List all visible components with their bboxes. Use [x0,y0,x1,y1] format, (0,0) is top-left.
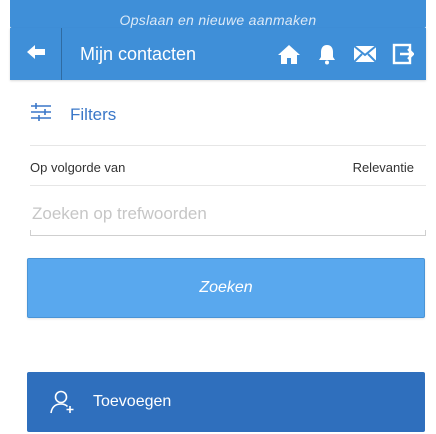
top-notice-text: Opslaan en nieuwe aanmaken [119,12,317,28]
app-bar: Mijn contacten [10,28,426,80]
search-field [30,188,426,236]
sort-order-row[interactable]: Op volgorde van Relevantie [30,160,414,175]
top-notice-bar[interactable]: Opslaan en nieuwe aanmaken [10,0,426,28]
mail-icon[interactable] [352,41,378,67]
page-title: Mijn contacten [80,43,197,64]
divider [30,185,426,186]
arrow-left-icon [26,44,46,65]
bell-icon[interactable] [314,41,340,67]
sort-label: Op volgorde van [30,160,126,175]
user-add-icon [49,389,75,415]
back-button[interactable] [10,28,62,80]
add-button-label: Toevoegen [93,393,172,410]
filters-label: Filters [70,104,117,124]
divider [30,145,426,146]
sort-value: Relevantie [352,160,414,175]
filter-sliders-icon [30,102,52,127]
exit-icon[interactable] [390,41,416,67]
search-underline [30,230,426,236]
home-icon[interactable] [276,41,302,67]
search-input[interactable] [30,188,426,232]
search-button[interactable]: Zoeken [27,258,425,318]
filters-toggle[interactable]: Filters [30,102,116,127]
add-contact-button[interactable]: Toevoegen [27,372,425,432]
